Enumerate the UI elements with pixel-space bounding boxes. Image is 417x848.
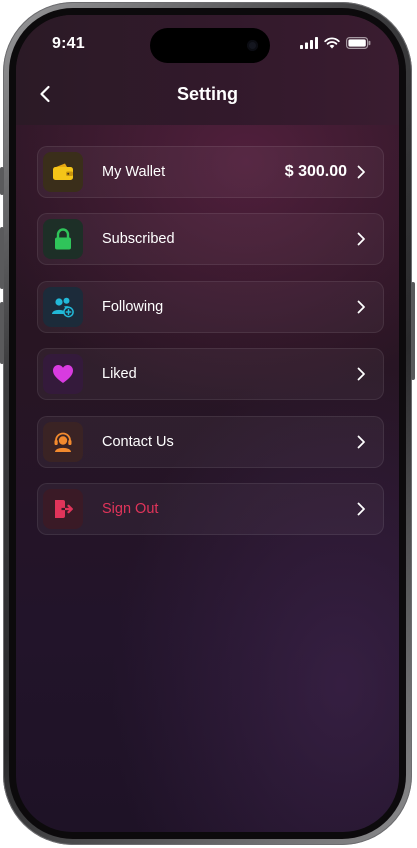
menu-item-label: Following (102, 298, 164, 315)
wifi-icon (324, 37, 340, 49)
headset-icon (54, 432, 72, 452)
menu-item-liked[interactable]: Liked (37, 348, 384, 401)
chevron-right-icon (357, 435, 365, 448)
volume-down-button (0, 302, 4, 364)
action-button (0, 167, 4, 195)
menu-item-following[interactable]: Following (37, 280, 384, 333)
menu-icon-box (43, 354, 83, 395)
lock-icon (55, 228, 71, 250)
menu-item-subscribed[interactable]: Subscribed (37, 213, 384, 266)
battery-icon (346, 37, 371, 49)
status-time: 9:41 (52, 35, 85, 52)
menu-item-label: Liked (102, 366, 137, 383)
menu-item-sign-out[interactable]: Sign Out (37, 482, 384, 535)
menu-item-label: Contact Us (102, 433, 174, 450)
wallet-balance: $ 300.00 (284, 163, 347, 180)
dynamic-island (150, 28, 270, 63)
wallet-icon (53, 163, 73, 180)
chevron-right-icon (357, 300, 365, 314)
chevron-right-icon (357, 367, 365, 381)
app-screen: 9:41 Setting My Wallet $ 300.00 Subscrib… (16, 15, 399, 832)
menu-icon-box (43, 286, 83, 327)
heart-icon (53, 365, 73, 384)
menu-item-contact-us[interactable]: Contact Us (37, 415, 384, 468)
power-button (411, 282, 415, 380)
menu-icon-box (43, 421, 83, 462)
page-title: Setting (177, 84, 238, 104)
menu-item-label: Subscribed (102, 231, 175, 248)
menu-icon-box (43, 488, 83, 529)
users-add-icon (52, 297, 74, 318)
front-camera-icon (247, 40, 258, 51)
menu-icon-box (43, 152, 83, 192)
phone-frame: 9:41 Setting My Wallet $ 300.00 Subscrib… (0, 2, 415, 845)
chevron-right-icon (357, 165, 365, 179)
menu-item-label: Sign Out (102, 500, 159, 517)
volume-up-button (0, 227, 4, 289)
menu-item-label: My Wallet (102, 164, 166, 180)
menu-item-my-wallet[interactable]: My Wallet $ 300.00 (37, 146, 384, 198)
chevron-right-icon (357, 232, 365, 246)
signal-icon (300, 37, 318, 49)
chevron-right-icon (357, 502, 365, 516)
status-icons (300, 37, 371, 49)
settings-menu: My Wallet $ 300.00 Subscribed Following … (37, 146, 384, 550)
menu-icon-box (43, 219, 83, 260)
sign-out-icon (55, 499, 73, 518)
